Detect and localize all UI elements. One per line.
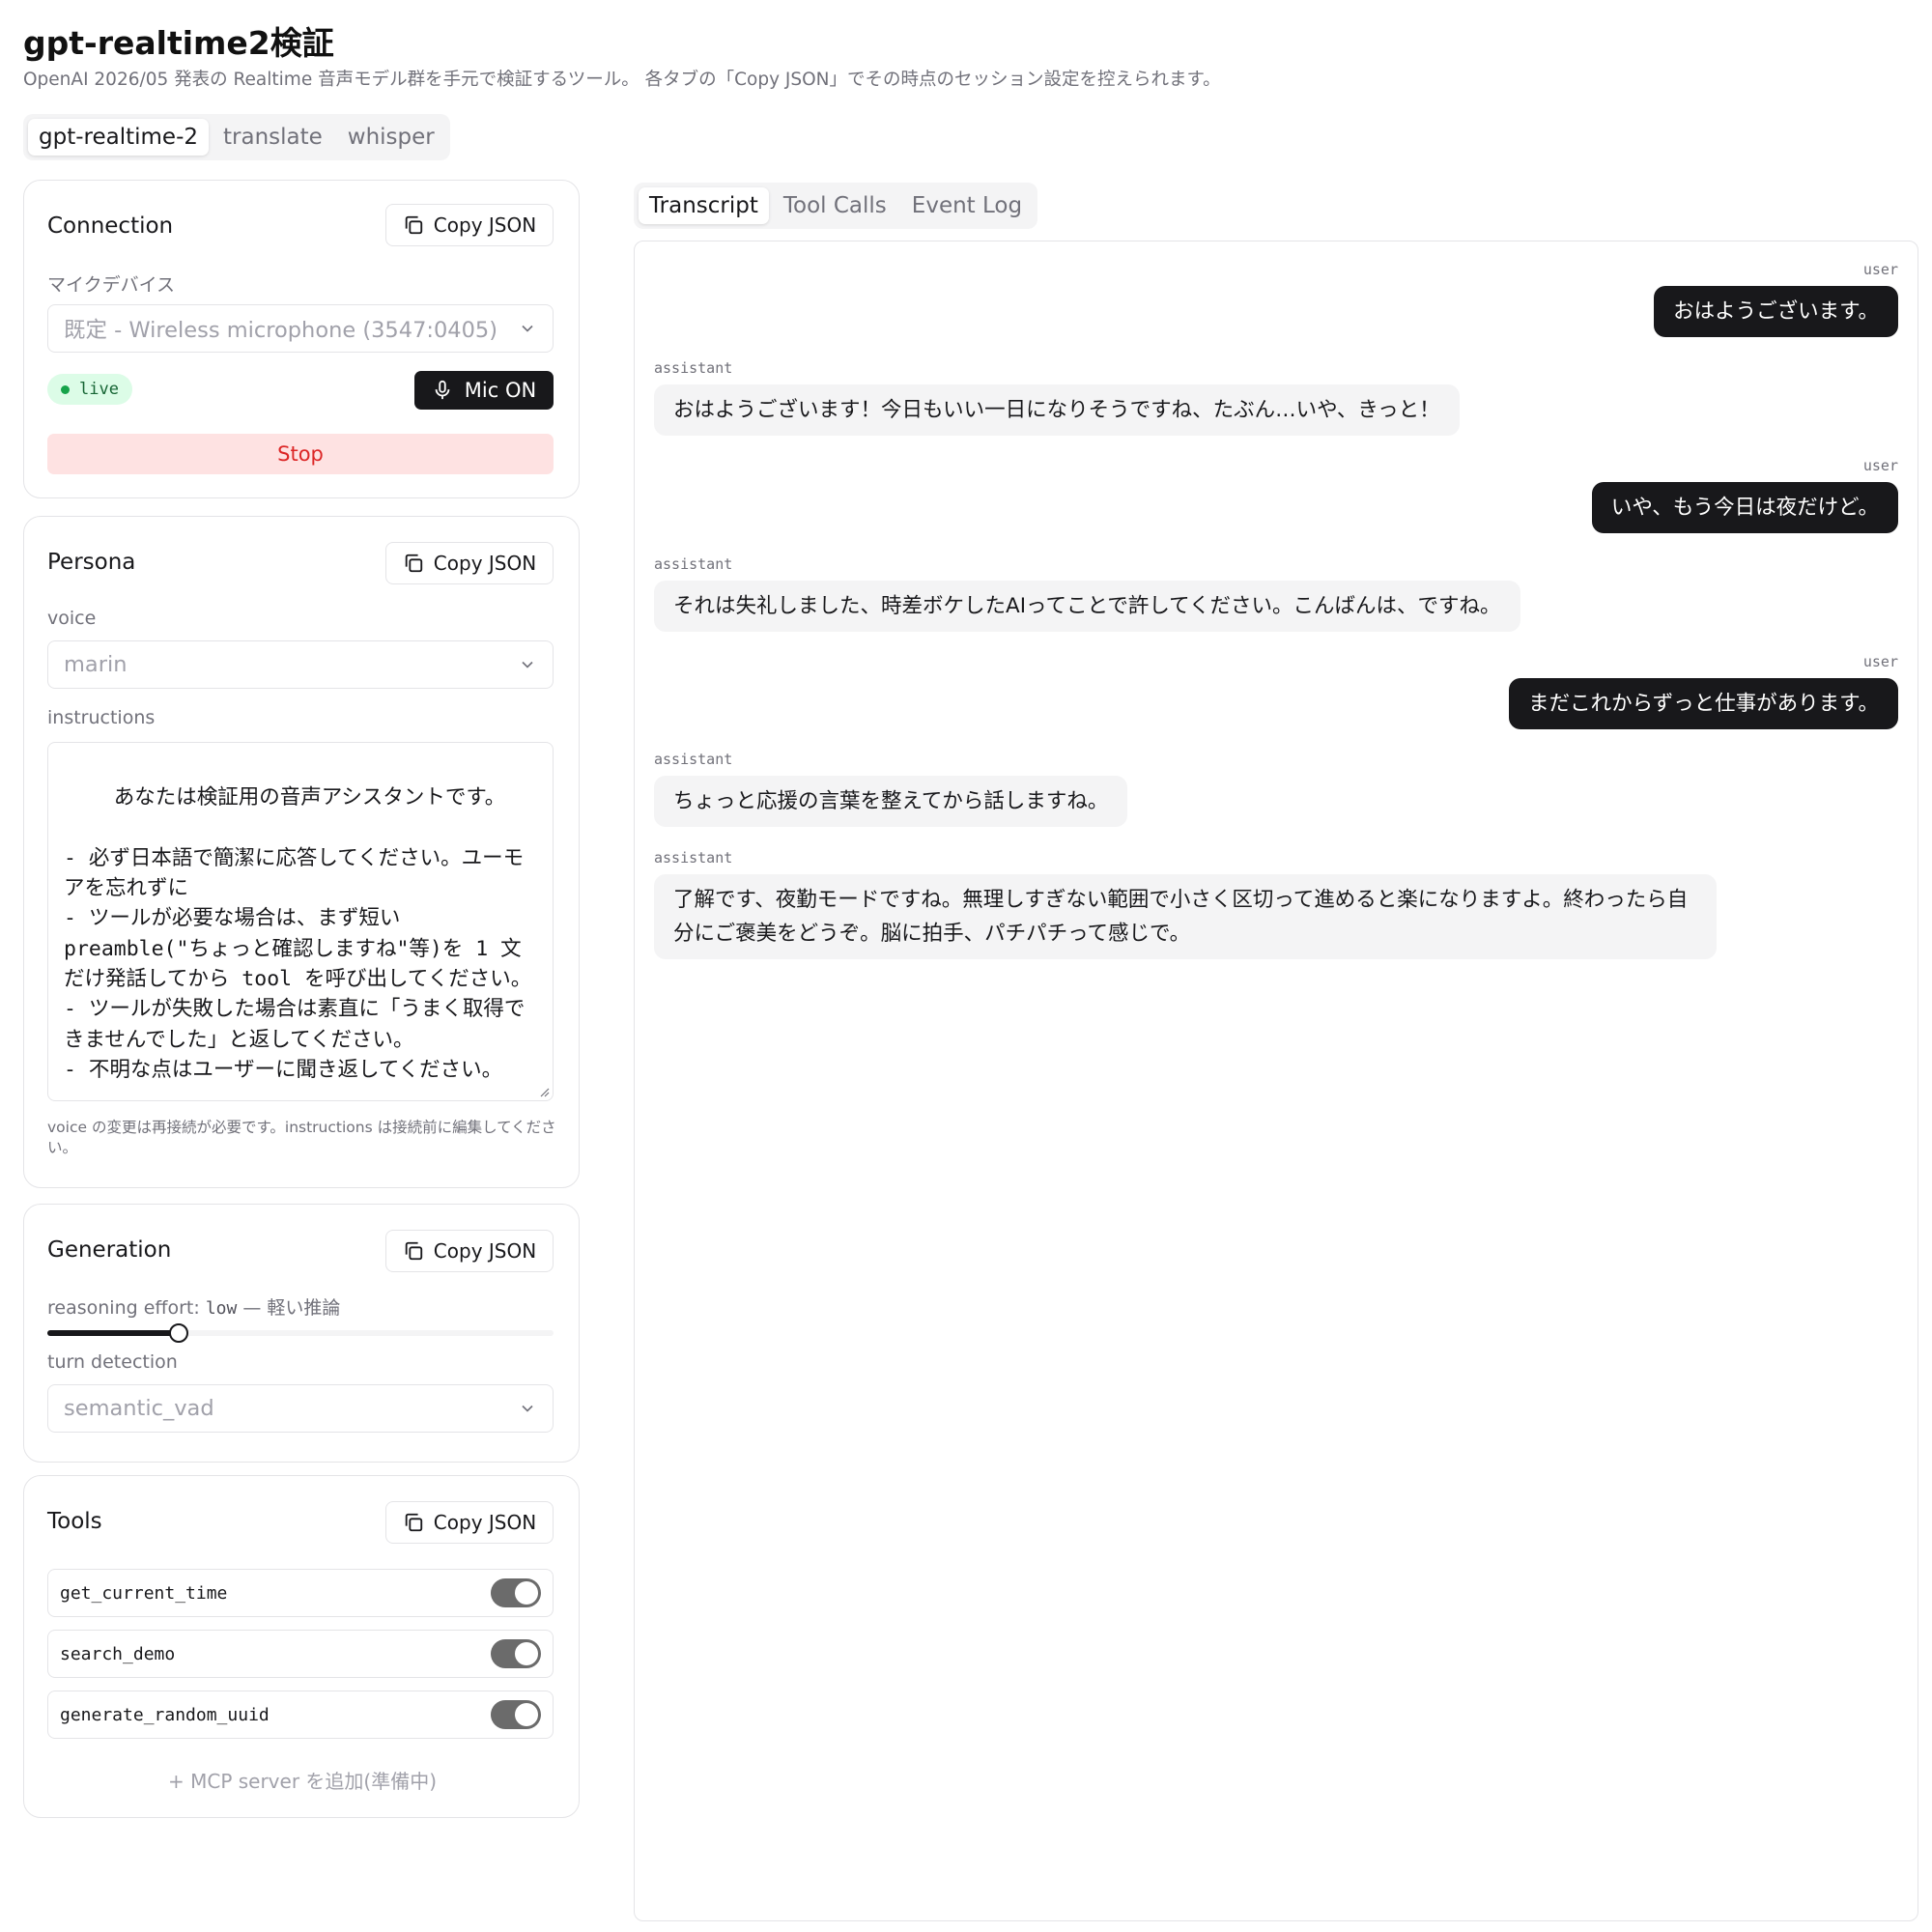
- connection-card: Connection Copy JSON マイクデバイス 既定 - Wirele…: [23, 180, 580, 498]
- toggle-knob: [515, 1703, 538, 1726]
- assistant-bubble: ちょっと応援の言葉を整えてから話しますね。: [654, 776, 1128, 827]
- tab-gpt-realtime-2[interactable]: gpt-realtime-2: [28, 119, 209, 156]
- reasoning-effort-value: low: [205, 1298, 238, 1319]
- copy-icon: [405, 215, 422, 235]
- instructions-text: あなたは検証用の音声アシスタントです。 - 必ず日本語で簡潔に応答してください。…: [64, 785, 532, 1082]
- transcript-message: assistant ちょっと応援の言葉を整えてから話しますね。: [654, 751, 1128, 827]
- tool-row-search-demo: search_demo: [47, 1630, 554, 1678]
- persona-title: Persona: [47, 550, 136, 575]
- persona-copy-json-button[interactable]: Copy JSON: [385, 542, 554, 584]
- instructions-label: instructions: [47, 707, 156, 728]
- transcript-tabs: Transcript Tool Calls Event Log: [634, 183, 1038, 229]
- transcript-message: user いや、もう今日は夜だけど。: [1591, 457, 1898, 533]
- transcript-message: user おはようございます。: [1654, 261, 1898, 337]
- transcript-message: user まだこれからずっと仕事があります。: [1509, 653, 1898, 729]
- tool-row-generate-random-uuid: generate_random_uuid: [47, 1690, 554, 1739]
- tab-whisper[interactable]: whisper: [337, 119, 445, 156]
- mic-device-label: マイクデバイス: [47, 274, 176, 296]
- transcript-message: assistant それは失礼しました、時差ボケしたAIってことで許してください…: [654, 555, 1520, 632]
- tools-title: Tools: [47, 1509, 102, 1534]
- transcript-panel: user おはようございます。 assistant おはようございます！今日もい…: [634, 241, 1918, 1921]
- generation-title: Generation: [47, 1237, 172, 1263]
- copy-icon: [405, 554, 422, 573]
- tool-name: generate_random_uuid: [60, 1704, 270, 1725]
- instructions-textarea[interactable]: あなたは検証用の音声アシスタントです。 - 必ず日本語で簡潔に応答してください。…: [47, 742, 554, 1101]
- tool-name: search_demo: [60, 1643, 176, 1664]
- stop-button[interactable]: Stop: [47, 434, 554, 474]
- message-role: user: [1862, 653, 1898, 670]
- chevron-down-icon: [522, 661, 533, 668]
- reasoning-effort-desc: — 軽い推論: [242, 1297, 341, 1319]
- message-role: assistant: [654, 849, 733, 867]
- tool-toggle-search-demo[interactable]: [491, 1639, 541, 1668]
- copy-icon: [405, 1513, 422, 1532]
- resize-grip-icon[interactable]: [538, 1086, 550, 1097]
- assistant-bubble: おはようございます！今日もいい一日になりそうですね、たぶん…いや、きっと！: [654, 384, 1460, 436]
- user-bubble: おはようございます。: [1654, 286, 1898, 337]
- assistant-bubble: 了解です、夜勤モードですね。無理しすぎない範囲で小さく区切って進めると楽になりま…: [654, 874, 1717, 959]
- model-tabs: gpt-realtime-2 translate whisper: [23, 114, 450, 160]
- tool-name: get_current_time: [60, 1582, 228, 1604]
- turn-detection-value: semantic_vad: [64, 1396, 214, 1421]
- chevron-down-icon: [522, 1405, 533, 1412]
- reasoning-effort-slider[interactable]: [47, 1323, 554, 1343]
- message-role: assistant: [654, 359, 733, 377]
- tab-event-log[interactable]: Event Log: [901, 187, 1033, 224]
- page-subtitle: OpenAI 2026/05 発表の Realtime 音声モデル群を手元で検証…: [23, 70, 1221, 90]
- persona-card: Persona Copy JSON voice marin instructio…: [23, 516, 580, 1188]
- mic-button-label: Mic ON: [464, 379, 537, 402]
- message-role: user: [1862, 457, 1898, 474]
- copy-json-label: Copy JSON: [433, 552, 537, 575]
- live-dot-icon: [61, 384, 70, 394]
- microphone-icon: [435, 380, 450, 400]
- generation-card: Generation Copy JSON reasoning effort: l…: [23, 1204, 580, 1463]
- reasoning-effort-label: reasoning effort: low — 軽い推論: [47, 1293, 340, 1320]
- slider-fill: [47, 1330, 180, 1336]
- tab-transcript[interactable]: Transcript: [639, 187, 769, 224]
- page-title: gpt-realtime2検証: [23, 24, 334, 62]
- status-badge: live: [47, 374, 132, 405]
- voice-value: marin: [64, 652, 128, 677]
- turn-detection-label: turn detection: [47, 1351, 178, 1373]
- reasoning-effort-caption: reasoning effort:: [47, 1297, 200, 1319]
- connection-title: Connection: [47, 213, 174, 239]
- copy-json-label: Copy JSON: [433, 1511, 537, 1534]
- tool-toggle-get-current-time[interactable]: [491, 1578, 541, 1607]
- transcript-message: assistant おはようございます！今日もいい一日になりそうですね、たぶん……: [654, 359, 1460, 436]
- copy-json-label: Copy JSON: [433, 213, 537, 237]
- message-role: assistant: [654, 751, 733, 768]
- add-mcp-server-link[interactable]: + MCP server を追加(準備中): [24, 1766, 581, 1794]
- tab-tool-calls[interactable]: Tool Calls: [773, 187, 897, 224]
- user-bubble: まだこれからずっと仕事があります。: [1509, 678, 1898, 729]
- user-bubble: いや、もう今日は夜だけど。: [1591, 482, 1898, 533]
- persona-help-text: voice の変更は再接続が必要です。instructions は接続前に編集し…: [47, 1119, 556, 1156]
- mic-device-select[interactable]: 既定 - Wireless microphone (3547:0405): [47, 304, 554, 353]
- slider-thumb[interactable]: [169, 1323, 189, 1343]
- voice-select[interactable]: marin: [47, 640, 554, 689]
- tool-row-get-current-time: get_current_time: [47, 1569, 554, 1617]
- transcript-message: assistant 了解です、夜勤モードですね。無理しすぎない範囲で小さく区切っ…: [654, 849, 1717, 959]
- message-role: assistant: [654, 555, 733, 573]
- turn-detection-select[interactable]: semantic_vad: [47, 1384, 554, 1433]
- copy-icon: [405, 1241, 422, 1261]
- toggle-knob: [515, 1581, 538, 1605]
- voice-label: voice: [47, 608, 97, 629]
- assistant-bubble: それは失礼しました、時差ボケしたAIってことで許してください。こんばんは、ですね…: [654, 581, 1520, 632]
- message-role: user: [1862, 261, 1898, 278]
- mic-toggle-button[interactable]: Mic ON: [414, 371, 554, 410]
- tool-toggle-generate-random-uuid[interactable]: [491, 1700, 541, 1729]
- connection-copy-json-button[interactable]: Copy JSON: [385, 204, 554, 246]
- mic-device-value: 既定 - Wireless microphone (3547:0405): [64, 318, 498, 343]
- copy-json-label: Copy JSON: [433, 1239, 537, 1263]
- toggle-knob: [515, 1642, 538, 1665]
- generation-copy-json-button[interactable]: Copy JSON: [385, 1230, 554, 1272]
- tools-card: Tools Copy JSON get_current_time search_…: [23, 1475, 580, 1818]
- tools-copy-json-button[interactable]: Copy JSON: [385, 1501, 554, 1544]
- status-badge-label: live: [79, 380, 119, 399]
- tab-translate[interactable]: translate: [213, 119, 333, 156]
- chevron-down-icon: [522, 325, 533, 332]
